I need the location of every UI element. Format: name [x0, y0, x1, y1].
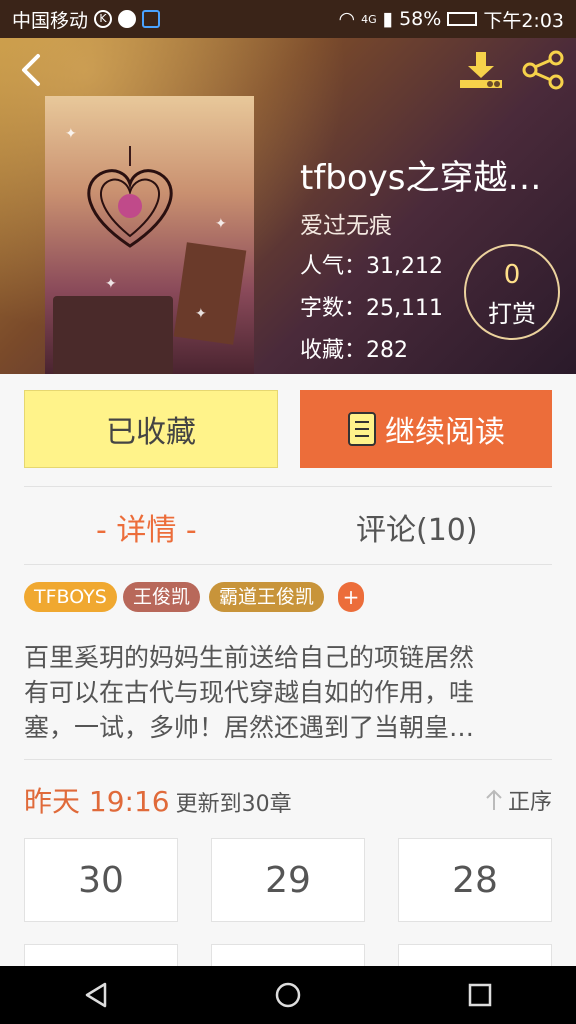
- continue-reading-button[interactable]: 继续阅读: [300, 390, 552, 468]
- back-triangle-icon[interactable]: [81, 980, 111, 1010]
- tab-comments[interactable]: 评论(10): [356, 505, 478, 549]
- divider: [24, 486, 552, 487]
- book-cover[interactable]: ✦ ✦ ✦ ✦: [45, 96, 254, 374]
- clock: 下午2:03: [483, 9, 564, 32]
- home-circle-icon[interactable]: [273, 980, 303, 1010]
- stat-value: 282: [366, 338, 409, 363]
- book-description[interactable]: 百里奚玥的妈妈生前送给自己的项链居然 有可以在古代与现代穿越自如的作用，哇 塞，…: [24, 640, 554, 745]
- lock-icon: [142, 10, 161, 28]
- share-icon[interactable]: [520, 50, 566, 90]
- wifi-icon: ◠: [338, 8, 356, 30]
- sparkle-icon: ✦: [65, 126, 77, 142]
- book-author[interactable]: 爱过无痕: [300, 206, 392, 240]
- battery-level: 58%: [399, 8, 442, 30]
- carrier-label: 中国移动: [12, 9, 89, 32]
- stat-label: 字数：: [300, 296, 367, 321]
- battery-icon: [447, 12, 478, 26]
- chapter-button[interactable]: 29: [211, 838, 365, 922]
- description-line: 百里奚玥的妈妈生前送给自己的项链居然: [24, 643, 475, 672]
- divider: [24, 564, 552, 565]
- book-title: tfboys之穿越…: [300, 158, 542, 198]
- divider: [24, 759, 552, 760]
- tag-chip[interactable]: TFBOYS: [24, 582, 117, 612]
- stat-value: 25,111: [366, 296, 443, 321]
- description-line: 有可以在古代与现代穿越自如的作用，哇: [24, 678, 475, 707]
- download-icon[interactable]: [458, 50, 504, 90]
- sparkle-icon: ✦: [215, 216, 227, 232]
- update-time: 昨天 19:16: [24, 785, 170, 818]
- stat-label: 收藏：: [300, 338, 367, 363]
- network-type: 4G: [361, 12, 377, 26]
- stat-label: 人气：: [300, 254, 367, 279]
- k-icon: K: [94, 10, 113, 28]
- system-navigation-bar: [0, 966, 576, 1024]
- book-header: ✦ ✦ ✦ ✦ tfboys之穿越… 爱过无痕 人气：31,212 字数：25,…: [0, 38, 576, 374]
- notification-icon: [118, 10, 137, 28]
- status-bar: 中国移动 K ◠ 4G ▮ 58% 下午2:03: [0, 0, 576, 38]
- stat-favorites: 收藏：282: [300, 332, 408, 364]
- add-tag-button[interactable]: +: [338, 582, 364, 612]
- recents-square-icon[interactable]: [465, 980, 495, 1010]
- cover-art-box: [53, 296, 173, 374]
- favorite-button[interactable]: 已收藏: [24, 390, 278, 468]
- chapter-button[interactable]: 28: [398, 838, 552, 922]
- tag-chip[interactable]: 王俊凯: [123, 582, 201, 612]
- update-text: 更新到30章: [175, 792, 292, 817]
- tip-button[interactable]: 0 打赏: [464, 244, 560, 340]
- continue-reading-label: 继续阅读: [385, 415, 505, 450]
- sort-order-label: 正序: [507, 790, 552, 815]
- book-icon: [348, 412, 376, 446]
- tag-chip[interactable]: 霸道王俊凯: [209, 582, 325, 612]
- chapter-button[interactable]: 30: [24, 838, 178, 922]
- arrow-up-icon: [486, 789, 502, 810]
- sort-order-button[interactable]: 正序: [484, 784, 552, 816]
- heart-cage-illustration: [87, 146, 173, 248]
- tip-count: 0: [503, 260, 521, 290]
- favorite-label: 已收藏: [106, 415, 196, 450]
- update-info: 昨天 19:16 更新到30章: [24, 780, 292, 820]
- tip-label: 打赏: [488, 300, 536, 328]
- stat-value: 31,212: [366, 254, 443, 279]
- stat-popularity: 人气：31,212: [300, 248, 443, 280]
- stat-word-count: 字数：25,111: [300, 290, 443, 322]
- back-arrow-icon[interactable]: [14, 52, 50, 88]
- tab-details[interactable]: - 详情 -: [96, 505, 197, 549]
- sparkle-icon: ✦: [105, 276, 117, 292]
- description-line: 塞，一试，多帅！居然还遇到了当朝皇…: [24, 713, 475, 742]
- signal-icon: ▮: [382, 8, 394, 30]
- sparkle-icon: ✦: [195, 306, 207, 322]
- cover-art-block: [173, 242, 247, 345]
